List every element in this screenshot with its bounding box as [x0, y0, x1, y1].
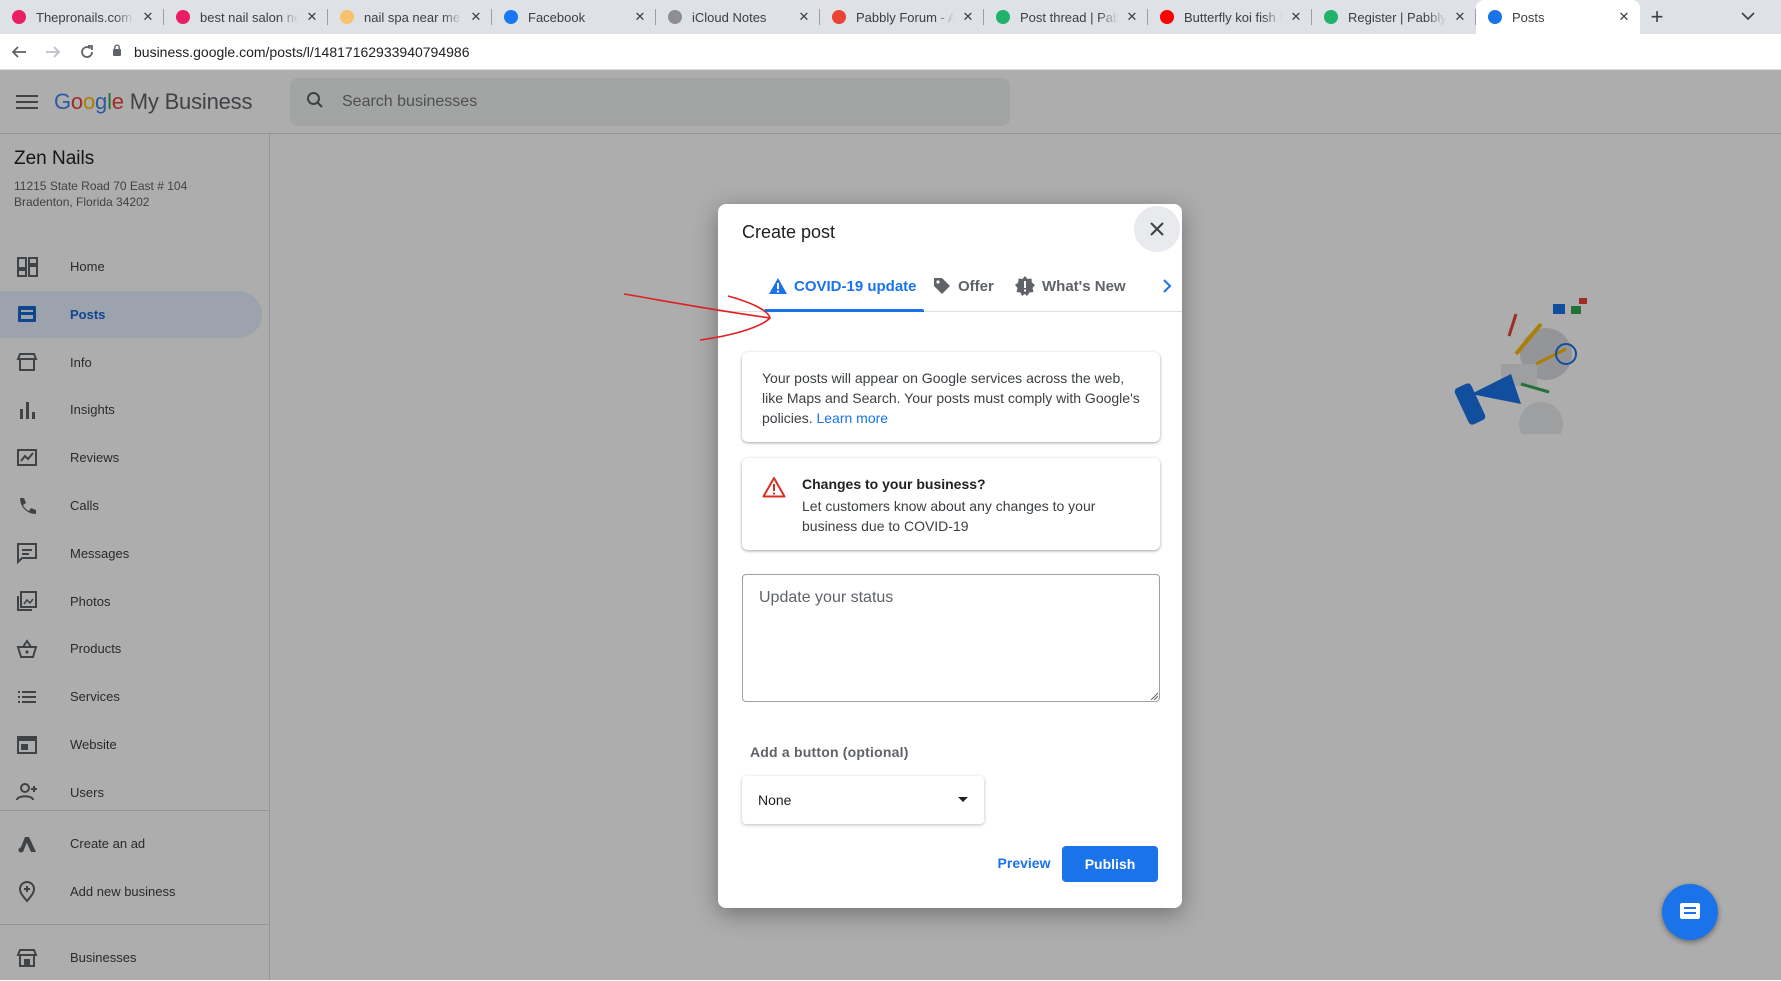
forward-icon[interactable]: [38, 37, 68, 67]
tab-close-icon[interactable]: ✕: [1124, 9, 1140, 25]
tab-title: best nail salon new: [200, 9, 298, 25]
tab-whats-new[interactable]: What's New: [1014, 260, 1126, 312]
annotation-arrow-icon: [623, 293, 771, 341]
browser-tab[interactable]: Facebook ✕: [492, 0, 656, 34]
post-type-tabs: COVID-19 update Offer What's New: [718, 260, 1182, 312]
tab-favicon-icon: [1488, 10, 1502, 24]
tab-title: nail spa near me |: [364, 9, 462, 25]
tab-title: Register | Pabbly Fo: [1348, 9, 1446, 25]
tab-close-icon[interactable]: ✕: [960, 9, 976, 25]
tab-title: iCloud Notes: [692, 9, 767, 25]
messages-fab[interactable]: [1662, 884, 1718, 940]
button-type-select[interactable]: None: [742, 776, 984, 824]
covid-notice-card: Changes to your business? Let customers …: [742, 458, 1160, 550]
chat-icon: [1680, 903, 1700, 919]
create-post-dialog: Create post COVID-19 update Offer What's…: [718, 204, 1182, 908]
browser-tab[interactable]: Register | Pabbly Fo ✕: [1312, 0, 1476, 34]
new-icon: [1014, 275, 1036, 297]
learn-more-link[interactable]: Learn more: [816, 410, 888, 426]
close-dialog-button[interactable]: [1134, 206, 1180, 252]
tab-favicon-icon: [1324, 10, 1338, 24]
tab-title: Thepronails.com | S: [36, 9, 134, 25]
back-icon[interactable]: [4, 37, 34, 67]
browser-tab[interactable]: nail spa near me | ✕: [328, 0, 492, 34]
tab-title: Post thread | Pabbl: [1020, 9, 1118, 25]
tab-favicon-icon: [668, 10, 682, 24]
tab-close-icon[interactable]: ✕: [468, 9, 484, 25]
tab-favicon-icon: [504, 10, 518, 24]
tab-close-icon[interactable]: ✕: [1288, 9, 1304, 25]
browser-tab[interactable]: Pabbly Forum - Ac ✕: [820, 0, 984, 34]
browser-tab[interactable]: Butterfly koi fish Bo ✕: [1148, 0, 1312, 34]
tab-title: Posts: [1512, 9, 1545, 25]
tab-favicon-icon: [12, 10, 26, 24]
covid-notice-body: Let customers know about any changes to …: [802, 498, 1096, 534]
url-text: business.google.com/posts/l/148171629339…: [134, 43, 470, 60]
reload-icon[interactable]: [72, 37, 102, 67]
tab-favicon-icon: [1160, 10, 1174, 24]
tab-offer[interactable]: Offer: [932, 260, 994, 312]
tab-covid-update[interactable]: COVID-19 update: [768, 260, 917, 312]
lock-icon: [112, 44, 122, 59]
tag-icon: [932, 276, 952, 296]
browser-tab[interactable]: Post thread | Pabbl ✕: [984, 0, 1148, 34]
browser-tab[interactable]: Thepronails.com | S ✕: [0, 0, 164, 34]
browser-tab[interactable]: best nail salon new ✕: [164, 0, 328, 34]
warning-outline-icon: [762, 476, 786, 503]
resize-grip-icon[interactable]: [1150, 692, 1158, 700]
new-tab-button[interactable]: +: [1640, 0, 1674, 34]
button-type-value: None: [758, 792, 792, 808]
posts-policy-info-card: Your posts will appear on Google service…: [742, 352, 1160, 442]
publish-button[interactable]: Publish: [1062, 846, 1158, 882]
tab-favicon-icon: [176, 10, 190, 24]
tab-title: Butterfly koi fish Bo: [1184, 9, 1282, 25]
covid-notice-heading: Changes to your business?: [802, 476, 986, 492]
tab-close-icon[interactable]: ✕: [796, 9, 812, 25]
update-status-textarea[interactable]: [742, 574, 1160, 702]
tab-search-icon[interactable]: [1741, 8, 1755, 24]
browser-tab[interactable]: iCloud Notes ✕: [656, 0, 820, 34]
tabs-next-chevron-icon[interactable]: [1162, 260, 1172, 312]
tab-close-icon[interactable]: ✕: [1616, 9, 1632, 25]
tab-favicon-icon: [340, 10, 354, 24]
tab-favicon-icon: [996, 10, 1010, 24]
tab-favicon-icon: [832, 10, 846, 24]
tab-close-icon[interactable]: ✕: [1452, 9, 1468, 25]
browser-tab-strip: Thepronails.com | S ✕ best nail salon new ✕…: [0, 0, 1781, 34]
tab-close-icon[interactable]: ✕: [140, 9, 156, 25]
active-tab-indicator: [764, 309, 924, 312]
address-bar[interactable]: business.google.com/posts/l/148171629339…: [112, 38, 1781, 66]
tab-close-icon[interactable]: ✕: [304, 9, 320, 25]
preview-button[interactable]: Preview: [980, 846, 1068, 880]
close-icon: [1150, 222, 1164, 236]
dialog-title: Create post: [742, 222, 836, 242]
browser-tab[interactable]: Posts ✕: [1476, 0, 1640, 34]
add-button-label: Add a button (optional): [750, 744, 909, 760]
dropdown-arrow-icon: [958, 797, 968, 802]
tab-title: Pabbly Forum - Ac: [856, 9, 954, 25]
tab-close-icon[interactable]: ✕: [632, 9, 648, 25]
tab-title: Facebook: [528, 9, 586, 25]
browser-toolbar: business.google.com/posts/l/148171629339…: [0, 34, 1781, 70]
